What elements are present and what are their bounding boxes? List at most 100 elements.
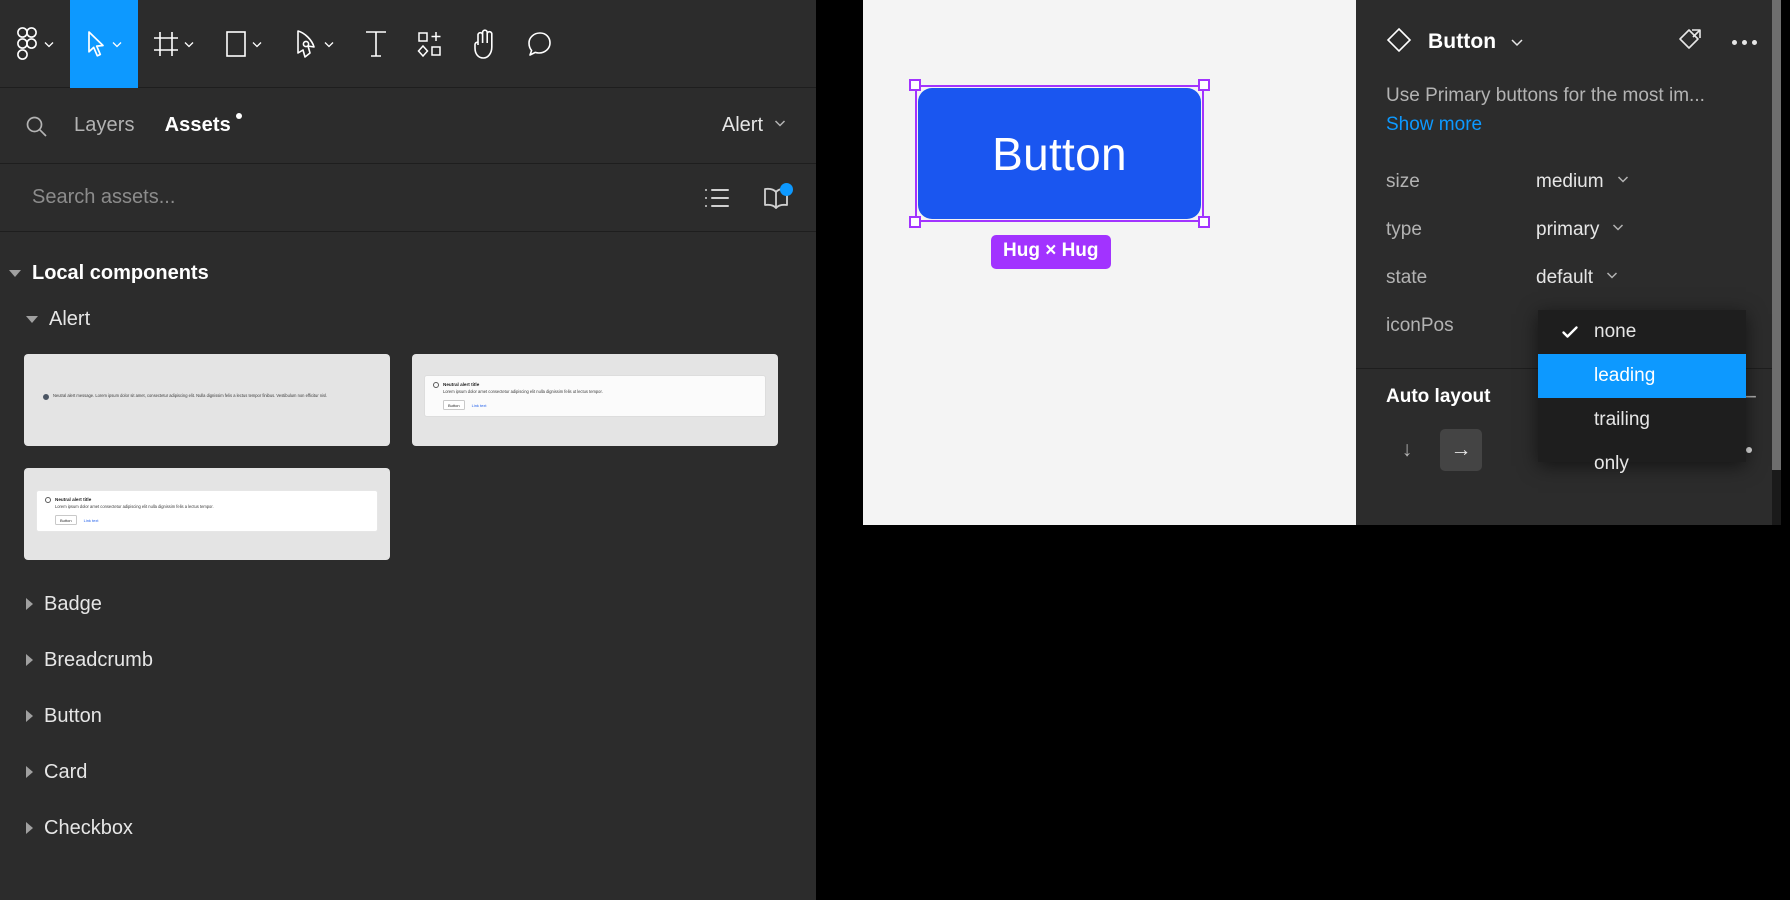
component-item-label: Breadcrumb — [44, 648, 153, 671]
component-item-label: Checkbox — [44, 816, 133, 839]
detach-instance-icon[interactable] — [1676, 26, 1704, 59]
menu-item-none[interactable]: none — [1538, 310, 1746, 354]
toolbar — [0, 0, 816, 88]
triangle-right-icon — [26, 710, 33, 722]
asset-thumbnail-alert-inline[interactable]: Neutral alert message. Lorem ipsum dolor… — [24, 354, 390, 446]
property-value-select-state[interactable]: default — [1536, 267, 1620, 289]
primary-button-label: Button — [992, 127, 1127, 180]
resize-handle-top-right[interactable] — [1198, 79, 1210, 91]
component-item-label: Button — [44, 704, 102, 727]
text-tool-icon[interactable] — [350, 0, 402, 88]
property-row-type: type primary — [1356, 206, 1781, 254]
property-value-label: primary — [1536, 218, 1600, 240]
canvas[interactable]: Button Hug × Hug — [863, 0, 1356, 525]
component-item-label: Card — [44, 760, 88, 783]
property-row-state: state default — [1356, 254, 1781, 302]
local-components-group[interactable]: Local components — [0, 250, 816, 296]
hand-tool-icon[interactable] — [458, 0, 512, 88]
primary-button[interactable]: Button — [918, 88, 1201, 219]
triangle-right-icon — [26, 654, 33, 666]
resize-handle-bottom-right[interactable] — [1198, 216, 1210, 228]
asset-thumbnail-alert-actions[interactable]: Neutral alert title Lorem ipsum dolor am… — [412, 354, 778, 446]
chevron-down-icon — [1610, 219, 1626, 241]
show-more-link[interactable]: Show more — [1356, 109, 1781, 136]
alert-group-label: Alert — [49, 307, 91, 330]
component-item-checkbox[interactable]: Checkbox — [9, 800, 816, 856]
scrollbar-thumb[interactable] — [1772, 0, 1781, 470]
property-value-label: medium — [1536, 170, 1604, 192]
thumb-body-text: Lorem ipsum dolor amet consectetur adipi… — [443, 389, 603, 394]
component-item-card[interactable]: Card — [9, 744, 816, 800]
menu-item-leading[interactable]: leading — [1538, 354, 1746, 398]
chevron-down-icon[interactable] — [250, 37, 264, 51]
more-options-icon[interactable] — [1732, 39, 1757, 45]
menu-item-label: leading — [1594, 365, 1656, 386]
property-value-select-size[interactable]: medium — [1536, 171, 1631, 193]
property-value-select-type[interactable]: primary — [1536, 219, 1626, 241]
component-item-badge[interactable]: Badge — [9, 576, 816, 632]
property-label: iconPos — [1386, 314, 1454, 336]
search-row — [0, 164, 816, 232]
move-tool-icon[interactable] — [70, 0, 138, 88]
asset-thumbnail-grid: Neutral alert message. Lorem ipsum dolor… — [0, 342, 792, 560]
chevron-down-icon[interactable] — [110, 37, 124, 51]
libraries-badge — [780, 182, 793, 196]
pen-tool-icon[interactable] — [278, 0, 350, 88]
alert-group[interactable]: Alert — [0, 296, 816, 342]
component-item-breadcrumb[interactable]: Breadcrumb — [9, 632, 816, 688]
thumb-button: Button — [55, 514, 77, 526]
list-view-icon[interactable] — [704, 187, 730, 209]
chevron-down-icon[interactable] — [1508, 33, 1526, 51]
actions-tool-icon[interactable] — [402, 0, 458, 88]
assets-body: Local components Alert Neutral alert mes… — [0, 232, 816, 900]
tab-layers[interactable]: Layers — [74, 114, 135, 137]
component-description: Use Primary buttons for the most im... — [1386, 85, 1705, 106]
property-value-label: default — [1536, 266, 1594, 288]
comment-tool-icon[interactable] — [512, 0, 568, 88]
library-select[interactable]: Alert — [722, 114, 788, 137]
thumb-title-text: Neutral alert title — [55, 497, 92, 502]
chevron-down-icon — [1615, 171, 1631, 193]
remove-auto-layout-button[interactable]: − — [1744, 385, 1757, 408]
tab-assets[interactable]: Assets — [164, 113, 242, 137]
resize-handle-top-left[interactable] — [909, 79, 921, 91]
chevron-down-icon[interactable] — [42, 37, 56, 51]
shape-tool-icon[interactable] — [210, 0, 278, 88]
chevron-down-icon[interactable] — [182, 37, 196, 51]
asset-thumbnail-alert-card[interactable]: Neutral alert title Lorem ipsum dolor am… — [24, 468, 390, 560]
direction-horizontal-button[interactable]: → — [1440, 428, 1482, 471]
info-icon — [45, 497, 51, 503]
figma-logo-icon[interactable] — [0, 0, 70, 88]
thumb-body-text: Lorem ipsum dolor amet consectetur adipi… — [55, 504, 214, 509]
search-input[interactable] — [30, 185, 672, 210]
library-select-label: Alert — [721, 114, 763, 136]
menu-item-label: only — [1594, 453, 1629, 474]
selected-component-wrapper: Button Hug × Hug — [909, 79, 1210, 269]
triangle-right-icon — [26, 598, 33, 610]
resize-handle-bottom-left[interactable] — [909, 216, 921, 228]
libraries-icon[interactable] — [762, 182, 793, 210]
property-label: state — [1386, 266, 1428, 288]
property-label: size — [1386, 170, 1420, 192]
menu-item-only[interactable]: only — [1538, 442, 1746, 486]
triangle-right-icon — [26, 766, 33, 778]
tab-assets-label: Assets — [164, 114, 231, 136]
triangle-down-icon — [26, 315, 38, 323]
menu-item-label: none — [1594, 321, 1637, 342]
menu-item-trailing[interactable]: trailing — [1538, 398, 1746, 442]
thumb-body-text: Neutral alert message. Lorem ipsum dolor… — [53, 393, 328, 398]
right-panel-scrollbar[interactable] — [1772, 0, 1781, 525]
frame-tool-icon[interactable] — [138, 0, 210, 88]
search-icon[interactable] — [24, 114, 48, 138]
property-label: type — [1386, 218, 1422, 240]
direction-vertical-button[interactable]: ↓ — [1386, 429, 1428, 471]
auto-layout-title: Auto layout — [1386, 385, 1491, 407]
triangle-down-icon — [9, 269, 21, 277]
property-row-size: size medium — [1356, 158, 1781, 206]
thumb-link: Link text — [83, 517, 99, 523]
component-list: Badge Breadcrumb Button Card Checkbox — [0, 576, 816, 856]
component-item-button[interactable]: Button — [9, 688, 816, 744]
component-diamond-icon — [1386, 27, 1412, 58]
thumb-link: Link text — [471, 402, 487, 408]
chevron-down-icon[interactable] — [322, 37, 336, 51]
